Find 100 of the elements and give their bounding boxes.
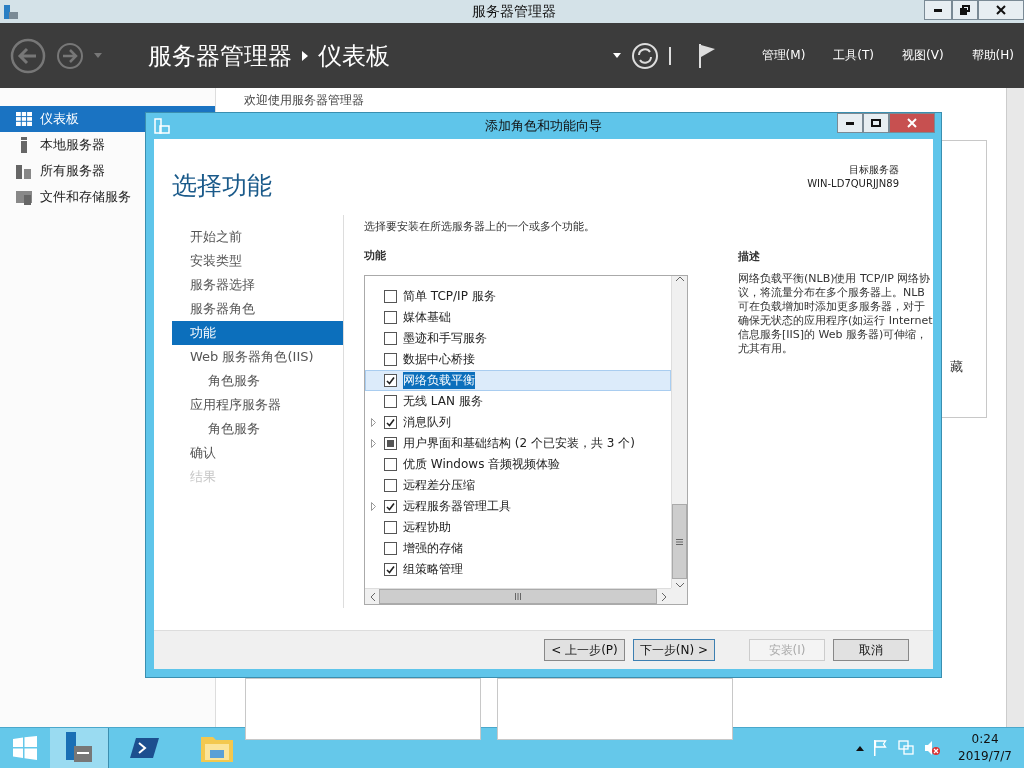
grip-icon bbox=[676, 538, 683, 545]
wizard-step[interactable]: 应用程序服务器 bbox=[172, 393, 343, 417]
dialog-button[interactable]: 取消 bbox=[833, 639, 909, 661]
forward-icon bbox=[56, 41, 84, 70]
minimize-icon bbox=[846, 121, 854, 125]
close-icon bbox=[907, 118, 917, 128]
folder-icon bbox=[201, 734, 233, 762]
caret-icon bbox=[94, 53, 102, 58]
app-icon bbox=[154, 118, 170, 134]
scrollbar[interactable] bbox=[671, 276, 687, 588]
menu-item[interactable]: 视图(V) bbox=[902, 47, 944, 64]
close-icon bbox=[996, 5, 1006, 15]
feature-row[interactable]: 用户界面和基础结构 (2 个已安装，共 3 个) bbox=[365, 433, 671, 454]
feature-row[interactable]: 网络负载平衡 bbox=[365, 370, 671, 391]
wizard-heading: 选择功能 bbox=[172, 170, 272, 202]
checkbox[interactable] bbox=[384, 542, 397, 555]
grip-icon bbox=[515, 593, 521, 600]
back-icon bbox=[10, 37, 46, 74]
menu-item[interactable]: 工具(T) bbox=[833, 47, 875, 64]
separator-icon bbox=[668, 46, 672, 65]
grid-icon bbox=[16, 112, 32, 126]
windows-logo-icon bbox=[13, 736, 37, 760]
menu-item[interactable]: 帮助(H) bbox=[971, 47, 1014, 64]
servers-icon bbox=[16, 163, 32, 179]
wizard-step[interactable]: 开始之前 bbox=[172, 225, 343, 249]
clock-date: 2019/7/7 bbox=[958, 748, 1012, 765]
clock-time: 0:24 bbox=[971, 731, 999, 748]
close-button[interactable] bbox=[978, 0, 1024, 20]
maximize-button[interactable] bbox=[863, 113, 889, 133]
wizard-step[interactable]: 角色服务 bbox=[172, 369, 343, 393]
checkbox[interactable] bbox=[384, 500, 397, 513]
wizard-step[interactable]: 安装类型 bbox=[172, 249, 343, 273]
target-server: WIN-LD7QURJJN89 bbox=[807, 177, 899, 191]
network-icon bbox=[898, 740, 915, 756]
minimize-icon bbox=[934, 8, 942, 12]
maximize-icon bbox=[871, 119, 881, 127]
refresh-icon bbox=[630, 41, 659, 70]
checkbox[interactable] bbox=[384, 521, 397, 534]
description-label: 描述 bbox=[738, 249, 761, 264]
feature-row[interactable]: 墨迹和手写服务 bbox=[365, 328, 671, 349]
wizard-step[interactable]: Web 服务器角色(IIS) bbox=[172, 345, 343, 369]
feature-row[interactable]: 优质 Windows 音频视频体验 bbox=[365, 454, 671, 475]
wizard-step[interactable]: 服务器选择 bbox=[172, 273, 343, 297]
feature-row[interactable]: 数据中心桥接 bbox=[365, 349, 671, 370]
checkbox[interactable] bbox=[384, 353, 397, 366]
feature-row[interactable]: 远程差分压缩 bbox=[365, 475, 671, 496]
features-label: 功能 bbox=[364, 248, 387, 263]
page-heading: 欢迎使用服务器管理器 bbox=[244, 92, 365, 109]
description-text: 网络负载平衡(NLB)使用 TCP/IP 网络协议，将流量分布在多个服务器上。NLB 可在负载增加时添加更多服务器，对于确保无状态的应用程序(如运行 Internet 信息服务[IIS]的 Web 服务器)可伸缩，尤其有用。 bbox=[738, 272, 933, 356]
flag-icon bbox=[874, 740, 889, 756]
sidebar-item[interactable]: 本地服务器 bbox=[0, 132, 215, 158]
feature-row[interactable]: 组策略管理 bbox=[365, 559, 671, 580]
caret-icon bbox=[612, 53, 621, 58]
feature-row[interactable]: 无线 LAN 服务 bbox=[365, 391, 671, 412]
powershell-icon bbox=[130, 736, 160, 760]
dialog-button[interactable]: < 上一步(P) bbox=[544, 639, 625, 661]
checkbox[interactable] bbox=[384, 395, 397, 408]
restore-icon bbox=[960, 5, 970, 15]
feature-row[interactable]: 远程协助 bbox=[365, 517, 671, 538]
wizard-step[interactable]: 服务器角色 bbox=[172, 297, 343, 321]
window-title: 服务器管理器 bbox=[471, 2, 556, 21]
minimize-button[interactable] bbox=[924, 0, 952, 20]
breadcrumb-item[interactable]: 服务器管理器 bbox=[148, 39, 292, 72]
scrollbar[interactable] bbox=[1006, 88, 1024, 727]
wizard-step[interactable]: 确认 bbox=[172, 441, 343, 465]
wizard-step[interactable]: 功能 bbox=[172, 321, 343, 345]
minimize-button[interactable] bbox=[837, 113, 863, 133]
menu-item[interactable]: 管理(M) bbox=[761, 47, 806, 64]
checkbox[interactable] bbox=[384, 479, 397, 492]
feature-row[interactable]: 媒体基础 bbox=[365, 307, 671, 328]
checkbox[interactable] bbox=[384, 437, 397, 450]
checkbox[interactable] bbox=[384, 311, 397, 324]
flag-icon bbox=[697, 43, 716, 68]
breadcrumb-item[interactable]: 仪表板 bbox=[318, 39, 390, 72]
muted-speaker-icon bbox=[924, 740, 941, 756]
dialog-button[interactable]: 下一步(N) > bbox=[632, 639, 715, 661]
checkbox[interactable] bbox=[384, 332, 397, 345]
app-icon bbox=[3, 3, 19, 20]
checkbox[interactable] bbox=[384, 563, 397, 576]
checkbox[interactable] bbox=[384, 458, 397, 471]
feature-row[interactable]: 简单 TCP/IP 服务 bbox=[365, 286, 671, 307]
expand-icon bbox=[370, 418, 376, 427]
checkbox[interactable] bbox=[384, 374, 397, 387]
feature-row[interactable]: 消息队列 bbox=[365, 412, 671, 433]
partial-text: 藏 bbox=[950, 358, 963, 376]
instruction-text: 选择要安装在所选服务器上的一个或多个功能。 bbox=[364, 219, 596, 234]
storage-icon bbox=[16, 189, 32, 205]
chevron-icon bbox=[302, 50, 308, 61]
check-icon bbox=[386, 376, 395, 385]
restore-button[interactable] bbox=[952, 0, 978, 20]
checkbox[interactable] bbox=[384, 416, 397, 429]
scroll-thumb[interactable] bbox=[672, 504, 687, 579]
feature-row[interactable]: 增强的存储 bbox=[365, 538, 671, 559]
taskbar-app[interactable] bbox=[50, 728, 109, 768]
checkbox[interactable] bbox=[384, 290, 397, 303]
feature-row[interactable]: 远程服务器管理工具 bbox=[365, 496, 671, 517]
check-icon bbox=[386, 565, 395, 574]
expand-icon bbox=[370, 439, 376, 448]
wizard-step[interactable]: 角色服务 bbox=[172, 417, 343, 441]
check-icon bbox=[386, 502, 395, 511]
